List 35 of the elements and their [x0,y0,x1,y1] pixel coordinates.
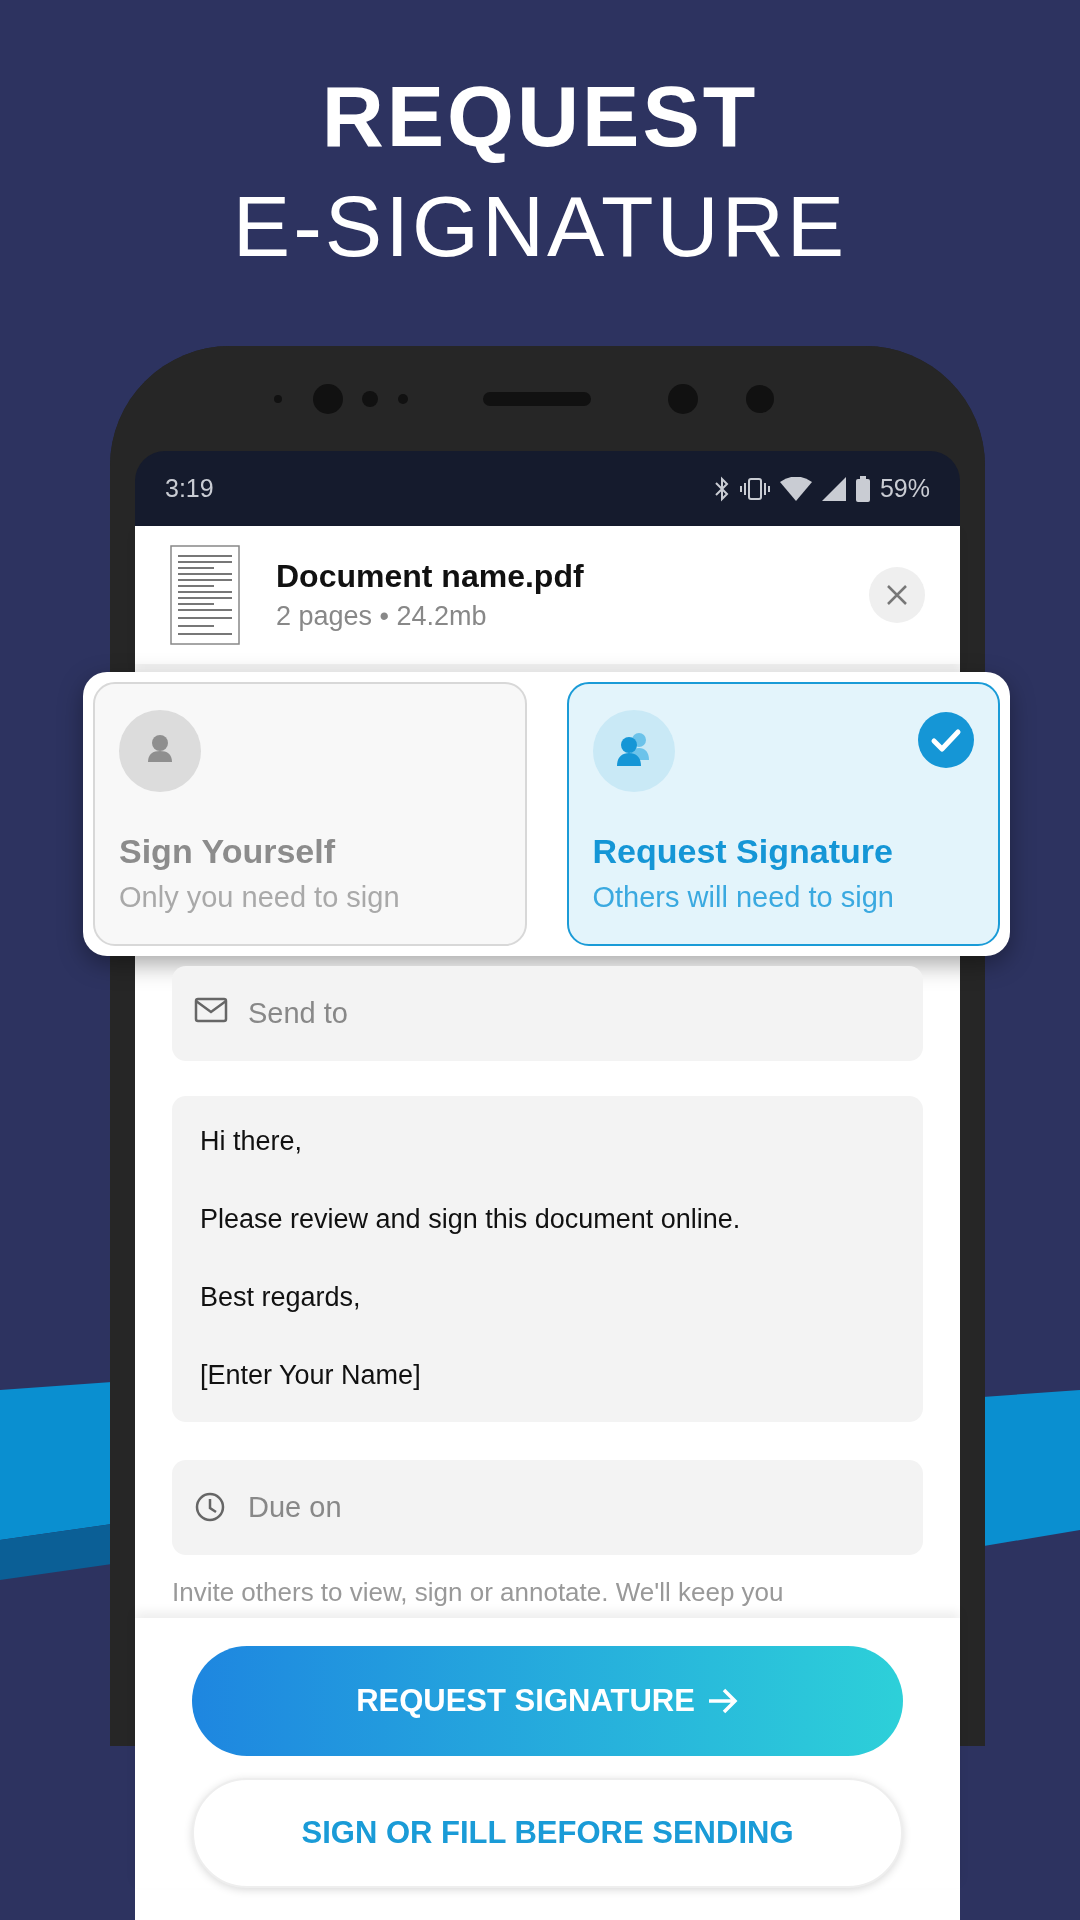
clock-icon [194,1491,226,1523]
message-line: Hi there, [200,1125,304,1158]
message-line: Best regards, [200,1281,362,1314]
bluetooth-icon [713,475,730,502]
due-date-field[interactable]: Due on [172,1460,923,1555]
send-to-field[interactable]: Send to [172,966,923,1061]
headline: REQUEST [321,67,759,166]
checkmark-icon [918,712,974,768]
battery-level: 59% [879,474,930,503]
people-icon [592,710,675,792]
vibrate-icon [739,476,770,501]
request-signature-button[interactable]: REQUEST SIGNATURE [192,1646,903,1756]
arrow-icon [706,1687,739,1715]
person-icon [119,710,201,792]
message-field[interactable]: Hi there, Please review and sign this document online. Best regards, [Enter Your Name] [172,1096,923,1422]
option-subtitle: Only you need to sign [119,881,401,914]
close-button[interactable] [869,567,925,623]
message-line: Please review and sign this document online. [200,1203,742,1236]
headline: E-SIGNATURE [232,177,848,276]
option-title: Sign Yourself [119,832,336,871]
hint-text: Invite others to view, sign or annotate. We'll keep you [172,1577,785,1608]
sign-or-fill-button[interactable]: SIGN OR FILL BEFORE SENDING [192,1778,903,1888]
mail-icon [194,997,228,1023]
document-name: Document name.pdf [276,558,585,595]
option-title: Request Signature [592,832,894,871]
signal-icon [821,476,846,501]
wifi-icon [779,476,812,501]
signing-option-card[interactable]: Sign Yourself Only you need to sign [93,682,527,946]
close-icon [886,584,908,606]
signing-option-card[interactable]: Request Signature Others will need to sign [566,682,1000,946]
option-subtitle: Others will need to sign [592,881,895,914]
message-line: [Enter Your Name] [200,1359,422,1392]
status-time: 3:19 [165,474,214,503]
battery-icon [855,475,870,502]
document-details: 2 pages • 24.2mb [276,601,488,632]
